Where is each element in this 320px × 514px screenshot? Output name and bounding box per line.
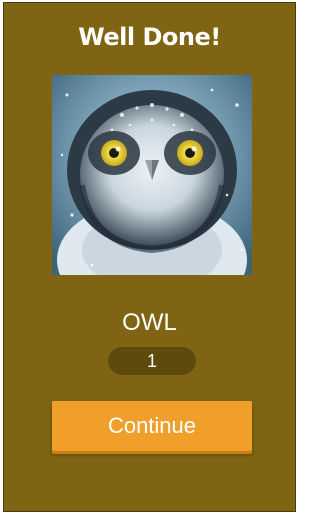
page-title: Well Done! <box>78 23 221 51</box>
continue-button[interactable]: Continue <box>52 401 252 451</box>
owl-photo <box>52 75 252 275</box>
app-screen: Well Done! OWL 1 Continue <box>3 2 296 512</box>
score-badge: 1 <box>108 347 196 375</box>
answer-text: OWL <box>122 309 177 336</box>
